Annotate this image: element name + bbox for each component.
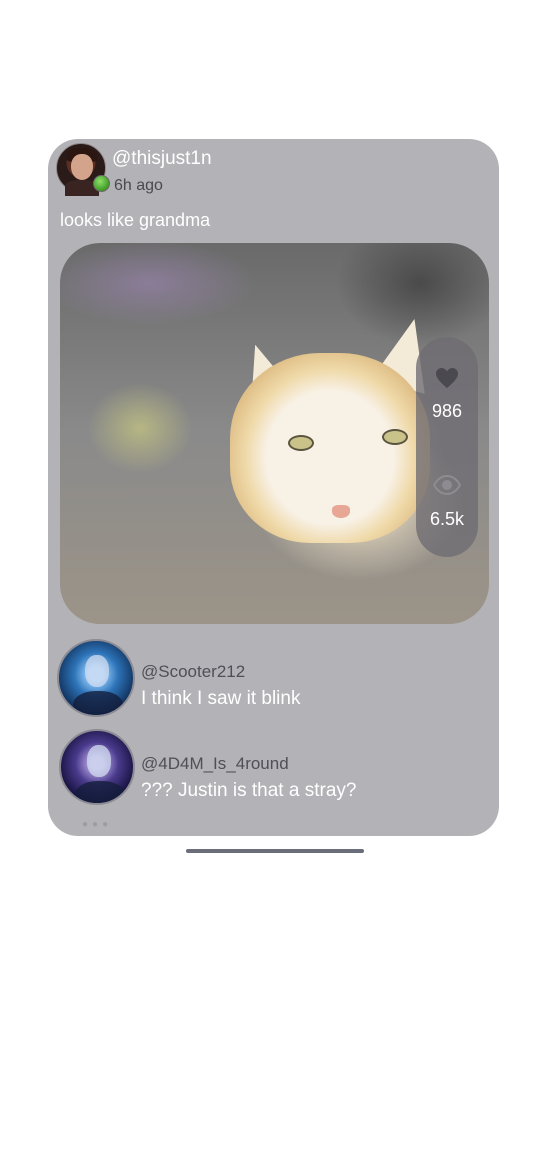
comment-username[interactable]: @Scooter212 <box>141 662 245 682</box>
comment-avatar[interactable] <box>57 639 135 717</box>
avatar-body <box>73 691 123 715</box>
cat-nose <box>332 505 350 518</box>
post-photo[interactable]: 986 6.5k <box>60 243 489 624</box>
avatar-face <box>85 655 109 687</box>
home-indicator[interactable] <box>186 849 364 853</box>
heart-icon[interactable] <box>435 367 459 389</box>
more-dots-icon[interactable]: ●●● <box>82 819 112 830</box>
author-username[interactable]: @thisjust1n <box>112 148 212 170</box>
post-timestamp: 6h ago <box>114 177 163 194</box>
avatar-body <box>75 781 125 803</box>
cat-eye-right <box>382 429 408 445</box>
cat-eye-left <box>288 435 314 451</box>
views-count: 6.5k <box>429 509 465 529</box>
comment-username[interactable]: @4D4M_Is_4round <box>141 754 289 774</box>
comment-text: ??? Justin is that a stray? <box>141 780 357 801</box>
avatar-face <box>71 154 93 180</box>
avatar-face <box>87 745 111 777</box>
comment-avatar[interactable] <box>59 729 135 805</box>
online-status-indicator <box>93 175 110 192</box>
post-caption: looks like grandma <box>60 210 211 230</box>
likes-count: 986 <box>431 401 463 421</box>
cat-head <box>230 353 430 543</box>
comment-text: I think I saw it blink <box>141 688 301 709</box>
post-card: @thisjust1n 6h ago looks like grandma 98… <box>48 139 499 836</box>
stats-panel: 986 6.5k <box>416 337 478 557</box>
eye-icon <box>433 475 461 495</box>
